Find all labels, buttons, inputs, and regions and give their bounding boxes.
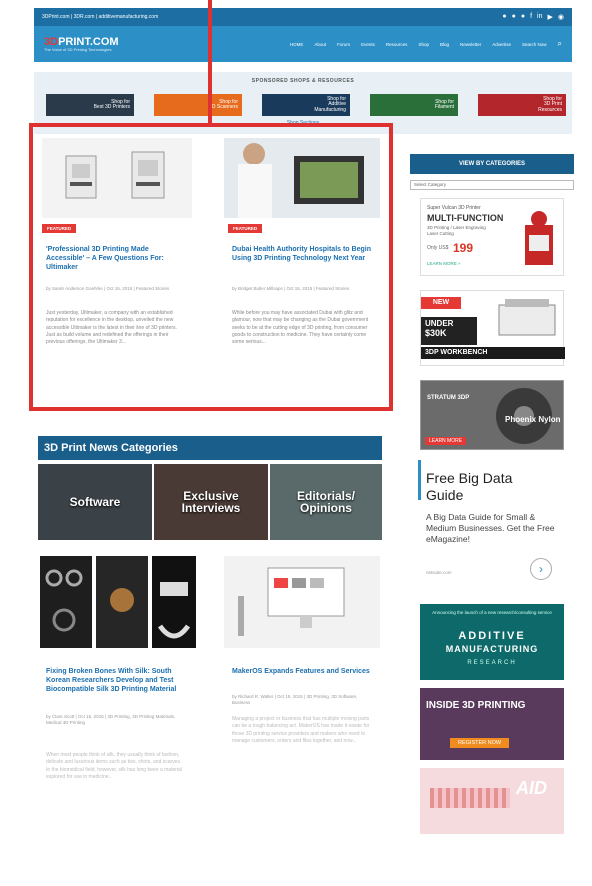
top-bar-links[interactable]: 3DPrint.com | 3DR.com | additivemanufact… [42, 14, 158, 20]
ad2-line3: 3DP WORKBENCH [421, 347, 565, 359]
linkedin-icon[interactable]: in [537, 13, 542, 21]
article-title-silk[interactable]: Fixing Broken Bones With Silk: South Kor… [46, 668, 186, 694]
article-image-dubai[interactable] [224, 138, 380, 218]
ad1-cta: LEARN MORE » [427, 261, 461, 266]
ad2-price-block: UNDER $30K [421, 317, 477, 345]
nav-events[interactable]: Events [361, 42, 375, 47]
article-title-ultimaker[interactable]: 'Professional 3D Printing Made Accessibl… [46, 246, 186, 272]
sponsor-button-printers[interactable]: Shop for Best 3D Printers [46, 94, 134, 116]
highlight-pointer-line [208, 0, 212, 125]
makeros-computer-photo [224, 556, 380, 648]
ad-phoenix-nylon[interactable]: STRATUM 3DP Phoenix Nylon LEARN MORE [420, 380, 564, 450]
featured-badge[interactable]: FEATURED [42, 224, 77, 233]
article-image-silk-bones[interactable] [40, 556, 196, 648]
nav-resources[interactable]: Resources [386, 42, 408, 47]
ad1-line2: MULTI-FUNCTION [427, 213, 504, 223]
view-by-categories-header: VIEW BY CATEGORIES [410, 154, 574, 174]
ad-workbench[interactable]: NEW UNDER $30K 3DP WORKBENCH [420, 290, 565, 366]
ad7-pattern [430, 788, 510, 808]
nav-newsletter[interactable]: Newsletter [460, 42, 481, 47]
article-meta-ultimaker: by Sarah Anderson Goehrke | Oct 15, 2015… [46, 286, 170, 291]
ad2-badge: NEW [421, 297, 461, 309]
ad4-source: netsuite.com [426, 570, 452, 575]
category-software[interactable]: Software [38, 464, 152, 540]
search-icon[interactable]: ⌕ [558, 39, 562, 49]
article-excerpt-makeros: Managing a project or business that has … [232, 716, 370, 744]
logo-text: PRINT.COM [58, 35, 119, 48]
ultimaker-printers-illustration [65, 151, 165, 199]
rss-icon[interactable]: ◉ [558, 13, 564, 21]
ad1-line1: Super Vulcan 3D Printer [427, 205, 481, 211]
article-meta-makeros: by Richard R. Walter | Oct 15, 2015 | 3D… [232, 694, 358, 706]
ad3-brand: STRATUM 3DP [427, 395, 470, 401]
youtube-icon[interactable]: ▶ [548, 13, 553, 21]
nav-home[interactable]: HOME [290, 42, 304, 47]
nav-shop[interactable]: Shop [418, 42, 429, 47]
nav-menu: HOME About Forum Events Resources Shop B… [290, 39, 562, 49]
sponsor-button-filament[interactable]: Shop for Filament [370, 94, 458, 116]
ad3-product: Phoenix Nylon [505, 415, 561, 424]
ad-inside-3d-printing[interactable]: INSIDE 3D PRINTING REGISTER NOW [420, 688, 564, 760]
main-navbar: 3DPRINT.COM The Voice of 3D Printing Tec… [34, 26, 572, 62]
article-meta-dubai: by Bridget Butler Millsaps | Oct 15, 201… [232, 286, 350, 291]
article-title-makeros[interactable]: MakerOS Expands Features and Services [232, 668, 372, 677]
article-excerpt-ultimaker: Just yesterday, Ultimaker, a company wit… [46, 310, 177, 345]
article-image-makeros[interactable] [224, 556, 380, 648]
nav-blog[interactable]: Blog [440, 42, 449, 47]
social-icons: ● ● ● f in ▶ ◉ [502, 13, 564, 21]
ad6-cta: REGISTER NOW [450, 738, 510, 748]
ad1-line3: 3D Printing / Laser Engraving [427, 225, 486, 230]
ad5-line1: Announcing the launch of a new research/… [432, 610, 552, 615]
sponsor-button-scanners[interactable]: Shop for 3D Scanners [154, 94, 242, 116]
ad1-price-prefix: Only US$ [427, 245, 449, 251]
dubai-doctor-photo [224, 138, 380, 218]
ad2-line1: UNDER [425, 319, 454, 328]
facebook-icon[interactable]: f [530, 13, 532, 21]
logo-3d: 3D [44, 35, 59, 48]
ad4-accent [418, 460, 421, 500]
sponsor-button-additive[interactable]: Shop for Additive Manufacturing [262, 94, 350, 116]
article-image-ultimaker[interactable] [42, 138, 192, 218]
pinterest-icon[interactable]: ● [521, 13, 525, 21]
ad1-line4: Laser Cutting [427, 231, 454, 236]
article-excerpt-dubai: While before you may have associated Dub… [232, 310, 369, 345]
google-plus-icon[interactable]: ● [512, 13, 516, 21]
ad-aid[interactable]: AID [420, 768, 564, 834]
ad4-title: Free Big Data Guide [426, 470, 513, 503]
logo-tagline: The Voice of 3D Printing Technologies [44, 46, 112, 52]
ad-big-data-guide[interactable]: Free Big Data Guide A Big Data Guide for… [418, 460, 570, 590]
nav-forum[interactable]: Forum [337, 42, 350, 47]
article-meta-silk: by Clare Scott | Oct 15, 2015 | 3D Print… [46, 714, 176, 726]
featured-badge[interactable]: FEATURED [228, 224, 263, 233]
sponsored-title: SPONSORED SHOPS & RESOURCES [251, 78, 355, 84]
category-exclusive-interviews[interactable]: Exclusive Interviews [154, 464, 268, 540]
ad1-printer-illustration [525, 211, 553, 265]
ad5-line4: RESEARCH [467, 660, 517, 666]
nav-advertise[interactable]: Advertise [492, 42, 511, 47]
ad1-price: 199 [453, 241, 474, 255]
ad4-body: A Big Data Guide for Small & Medium Busi… [426, 512, 555, 545]
ad5-line2: ADDITIVE [458, 630, 526, 642]
ad7-line1: AID [516, 778, 547, 798]
ad6-line1: INSIDE 3D PRINTING [426, 700, 526, 711]
nav-about[interactable]: About [314, 42, 326, 47]
nav-search-now[interactable]: Search Now [522, 42, 547, 47]
ad3-cta: LEARN MORE [425, 437, 467, 445]
article-title-dubai[interactable]: Dubai Health Authority Hospitals to Begi… [232, 246, 378, 264]
ad4-arrow-icon[interactable]: › [530, 558, 552, 580]
categories-header: 3D Print News Categories [38, 436, 382, 460]
category-select[interactable]: Select Category [410, 180, 574, 190]
site-logo[interactable]: 3DPRINT.COM The Voice of 3D Printing Tec… [44, 35, 119, 52]
ad2-line2: $30K [425, 328, 447, 338]
ad-super-vulcan[interactable]: Super Vulcan 3D Printer MULTI-FUNCTION 3… [420, 198, 564, 276]
article-excerpt-silk: When most people think of silk, they usu… [46, 752, 182, 780]
ad5-line3: MANUFACTURING [445, 644, 539, 654]
category-editorials-opinions[interactable]: Editorials/ Opinions [270, 464, 382, 540]
sponsor-button-resources[interactable]: Shop for 3D Print Resources [478, 94, 566, 116]
ad-additive-manufacturing-research[interactable]: Announcing the launch of a new research/… [420, 604, 564, 680]
silk-bone-screws-photo [40, 556, 196, 648]
ad2-workbench-illustration [498, 299, 556, 336]
top-utility-bar: 3DPrint.com | 3DR.com | additivemanufact… [34, 8, 572, 26]
twitter-icon[interactable]: ● [502, 13, 506, 21]
